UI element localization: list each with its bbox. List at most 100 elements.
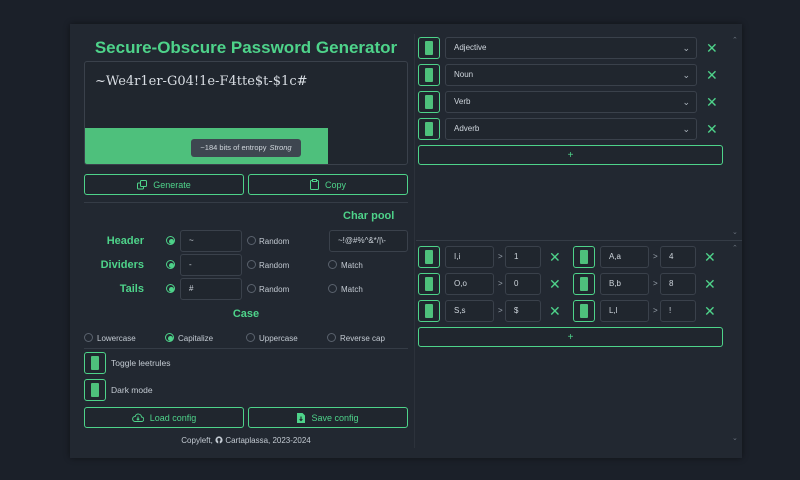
leet-rule-toggle[interactable] <box>418 246 440 268</box>
dividers-custom-radio[interactable] <box>166 260 175 269</box>
leet-rule-toggle[interactable] <box>573 300 595 322</box>
app-panel: Secure-Obscure Password Generator ~We4r1… <box>70 24 742 458</box>
case-lowercase-radio[interactable] <box>84 333 93 342</box>
leet-arrow: > <box>653 252 658 261</box>
generate-label: Generate <box>153 179 191 190</box>
load-config-button[interactable]: Load config <box>84 407 244 428</box>
dividers-random-radio[interactable] <box>247 260 256 269</box>
remove-word-icon[interactable]: ✕ <box>706 41 718 55</box>
word-toggle[interactable] <box>418 64 440 86</box>
leet-rule-toggle[interactable] <box>418 300 440 322</box>
remove-leet-rule-icon[interactable]: ✕ <box>549 277 561 291</box>
leet-from-input[interactable]: L,l <box>600 300 649 322</box>
divider <box>416 240 742 241</box>
entropy-rating: Strong <box>269 143 292 152</box>
remove-leet-rule-icon[interactable]: ✕ <box>549 250 561 264</box>
char-pool-input[interactable]: ~!@#%^&*/|\- <box>329 230 408 252</box>
tails-random-radio[interactable] <box>247 284 256 293</box>
word-type-select[interactable]: Adjective ⌄ <box>445 37 697 59</box>
word-type-select[interactable]: Verb ⌄ <box>445 91 697 113</box>
leet-rule-toggle[interactable] <box>573 246 595 268</box>
word-type-select[interactable]: Adverb ⌄ <box>445 118 697 140</box>
add-word-button[interactable]: + <box>418 145 723 165</box>
scroll-down-icon[interactable]: ⌄ <box>732 434 738 442</box>
clipboard-icon <box>309 179 319 190</box>
generate-button[interactable]: Generate <box>84 174 244 195</box>
leet-to-input[interactable]: $ <box>505 300 541 322</box>
page-title: Secure-Obscure Password Generator <box>94 38 398 57</box>
github-icon <box>215 436 223 444</box>
leet-from-input[interactable]: B,b <box>600 273 649 295</box>
remove-leet-rule-icon[interactable]: ✕ <box>704 304 716 318</box>
leetrules-toggle[interactable] <box>84 352 106 374</box>
copy-button[interactable]: Copy <box>248 174 408 195</box>
word-type-select[interactable]: Noun ⌄ <box>445 64 697 86</box>
word-toggle[interactable] <box>418 91 440 113</box>
leet-rule-toggle[interactable] <box>418 273 440 295</box>
column-separator <box>414 34 415 448</box>
dividers-match-radio[interactable] <box>328 260 337 269</box>
remove-word-icon[interactable]: ✕ <box>706 68 718 82</box>
case-capitalize-label: Capitalize <box>178 334 214 343</box>
scroll-down-icon[interactable]: ⌄ <box>732 228 738 236</box>
footer-copyleft: Copyleft, <box>181 436 213 445</box>
darkmode-toggle[interactable] <box>84 379 106 401</box>
leet-to-input[interactable]: ! <box>660 300 696 322</box>
case-capitalize-radio[interactable] <box>165 333 174 342</box>
leet-to-input[interactable]: 4 <box>660 246 696 268</box>
leet-from-input[interactable]: I,i <box>445 246 494 268</box>
case-uppercase-label: Uppercase <box>259 334 298 343</box>
load-config-label: Load config <box>149 412 197 423</box>
password-text: ~We4r1er-G04!1e-F4tte$t-$1c# <box>95 74 308 89</box>
password-output[interactable]: ~We4r1er-G04!1e-F4tte$t-$1c# ~184 bits o… <box>84 61 408 165</box>
header-label: Header <box>106 235 144 247</box>
header-random-label: Random <box>259 237 290 246</box>
dividers-input[interactable]: - <box>180 254 242 276</box>
leet-arrow: > <box>498 279 503 288</box>
word-type-value: Noun <box>454 70 474 79</box>
leet-arrow: > <box>498 252 503 261</box>
scroll-up-icon[interactable]: ⌃ <box>732 244 738 252</box>
case-reverse-radio[interactable] <box>327 333 336 342</box>
remove-leet-rule-icon[interactable]: ✕ <box>549 304 561 318</box>
dividers-match-label: Match <box>341 261 363 270</box>
cloud-download-icon <box>131 413 144 422</box>
leet-to-input[interactable]: 0 <box>505 273 541 295</box>
remove-leet-rule-icon[interactable]: ✕ <box>704 250 716 264</box>
dividers-random-label: Random <box>259 261 290 270</box>
leet-to-input[interactable]: 1 <box>505 246 541 268</box>
add-word-label: + <box>567 149 574 161</box>
remove-word-icon[interactable]: ✕ <box>706 95 718 109</box>
tails-input[interactable]: # <box>180 278 242 300</box>
entropy-badge: ~184 bits of entropy Strong <box>191 139 301 157</box>
word-type-value: Adverb <box>454 124 480 133</box>
file-download-icon <box>297 412 306 423</box>
leet-from-input[interactable]: O,o <box>445 273 494 295</box>
case-heading: Case <box>232 308 260 320</box>
chevron-down-icon: ⌄ <box>682 70 690 80</box>
footer: Copyleft, Cartaplassa, 2023-2024 <box>70 436 422 445</box>
header-input[interactable]: ~ <box>180 230 242 252</box>
save-config-button[interactable]: Save config <box>248 407 408 428</box>
footer-author: Cartaplassa, 2023-2024 <box>225 436 311 445</box>
tails-match-radio[interactable] <box>328 284 337 293</box>
case-reverse-label: Reverse cap <box>340 334 385 343</box>
scroll-up-icon[interactable]: ⌃ <box>732 36 738 44</box>
leet-from-input[interactable]: S,s <box>445 300 494 322</box>
word-toggle[interactable] <box>418 37 440 59</box>
leet-rule-toggle[interactable] <box>573 273 595 295</box>
add-leet-rule-button[interactable]: + <box>418 327 723 347</box>
leet-to-input[interactable]: 8 <box>660 273 696 295</box>
header-custom-radio[interactable] <box>166 236 175 245</box>
leetrules-label: Toggle leetrules <box>111 358 171 368</box>
tails-custom-radio[interactable] <box>166 284 175 293</box>
case-uppercase-radio[interactable] <box>246 333 255 342</box>
word-toggle[interactable] <box>418 118 440 140</box>
save-config-label: Save config <box>311 412 359 423</box>
word-type-value: Adjective <box>454 43 487 52</box>
leet-from-input[interactable]: A,a <box>600 246 649 268</box>
header-random-radio[interactable] <box>247 236 256 245</box>
dice-icon <box>137 179 148 189</box>
remove-word-icon[interactable]: ✕ <box>706 122 718 136</box>
remove-leet-rule-icon[interactable]: ✕ <box>704 277 716 291</box>
